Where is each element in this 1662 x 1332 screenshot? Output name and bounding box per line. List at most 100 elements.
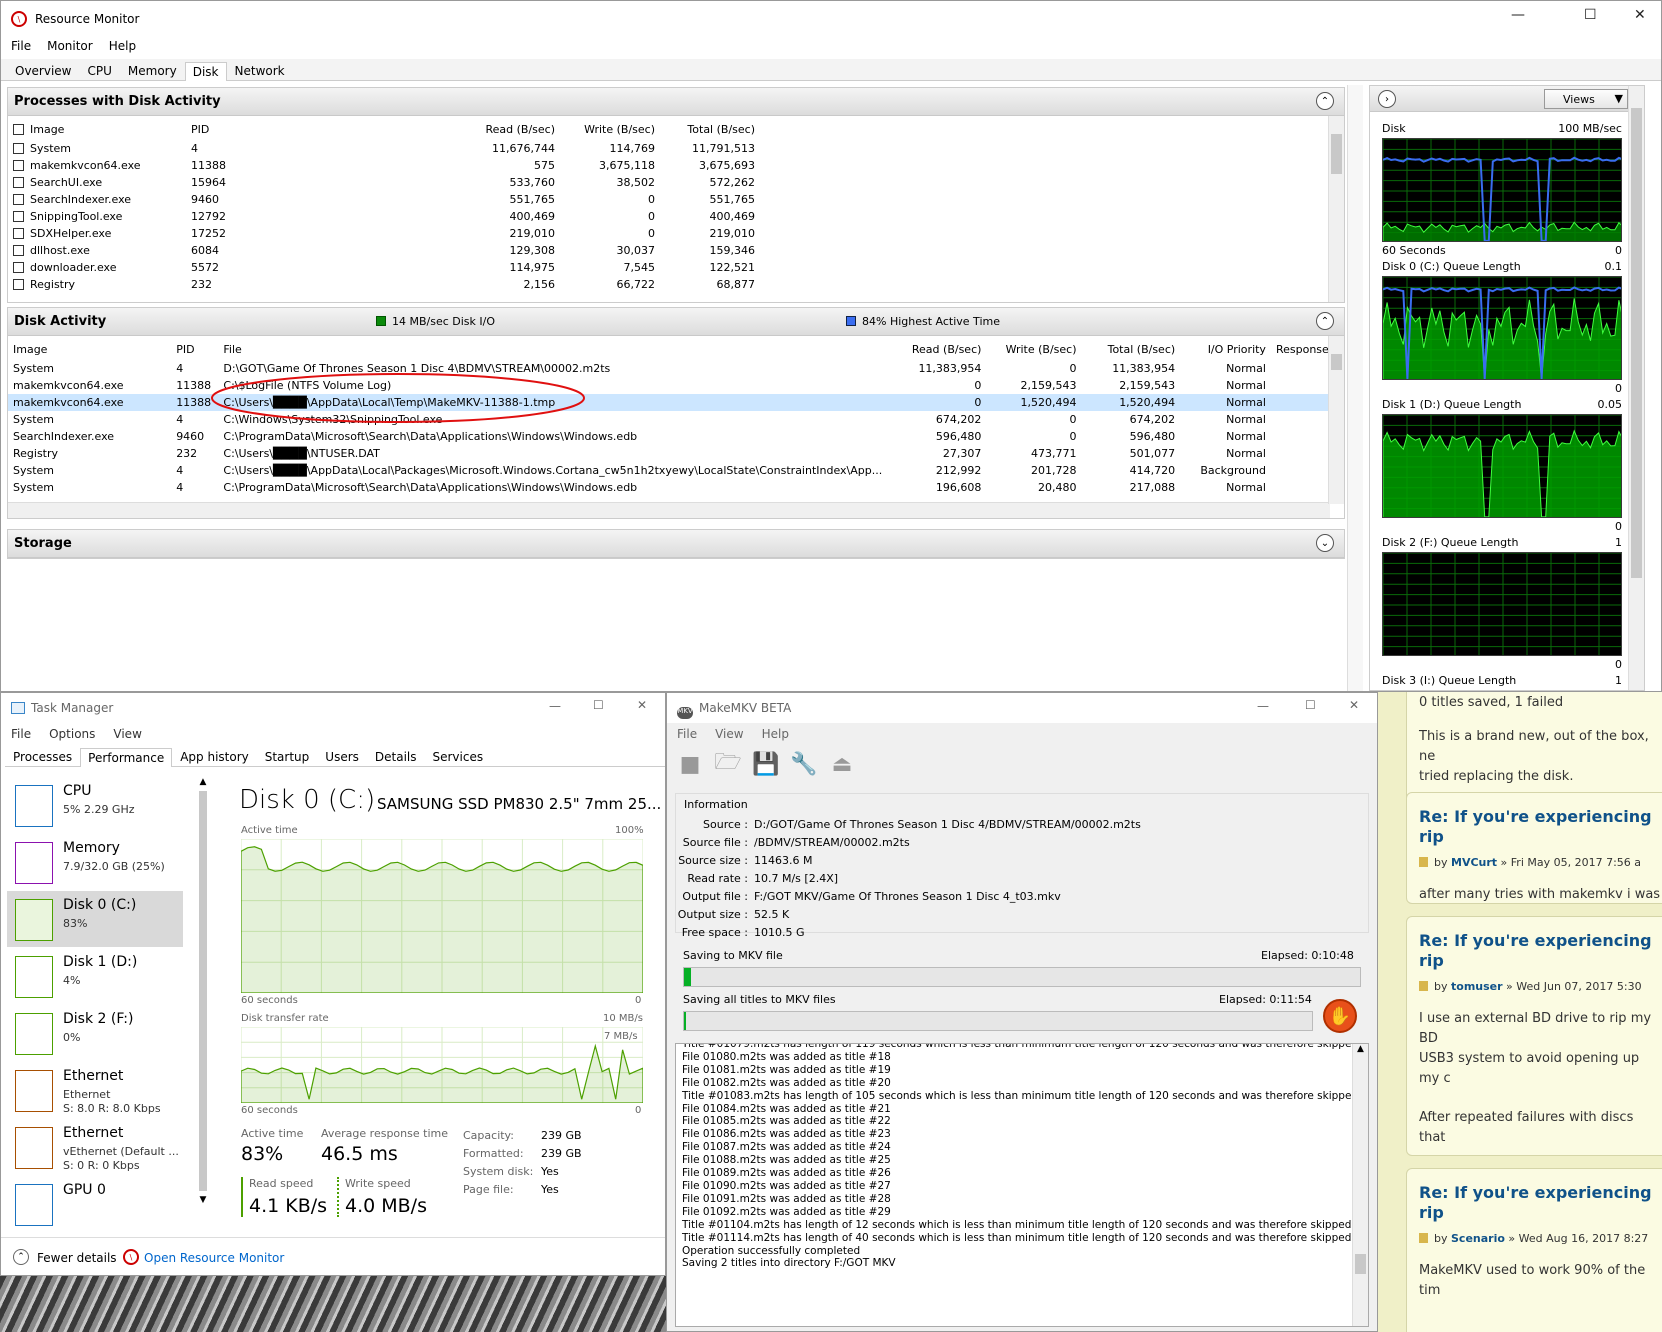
col-io-priority[interactable]: I/O Priority <box>1180 338 1271 360</box>
tab-disk[interactable]: Disk <box>184 62 227 81</box>
stop-hand-icon[interactable]: ✋ <box>1323 999 1357 1033</box>
menu-file[interactable]: File <box>677 727 697 741</box>
post-title[interactable]: Re: If you're experiencing rip <box>1419 807 1662 847</box>
tab-startup[interactable]: Startup <box>257 747 318 766</box>
perf-sidebar-item[interactable]: Memory 7.9/32.0 GB (25%) <box>7 834 183 890</box>
process-row[interactable]: makemkvcon64.exe 11388 575 3,675,118 3,675,6… <box>8 157 1344 174</box>
perf-sidebar-item[interactable]: CPU 5% 2.29 GHz <box>7 777 183 833</box>
process-checkbox[interactable] <box>13 211 24 222</box>
col-read[interactable]: Read (B/sec) <box>887 338 986 360</box>
processes-scrollbar[interactable] <box>1328 116 1344 302</box>
perf-sidebar-item[interactable]: Disk 1 (D:) 4% <box>7 948 183 1004</box>
process-checkbox[interactable] <box>13 228 24 239</box>
eject-icon[interactable]: ⏏ <box>827 749 857 779</box>
col-pid[interactable]: PID <box>186 118 234 140</box>
sidebar-scrollbar[interactable]: ▲ ▼ <box>197 777 209 1225</box>
maximize-icon[interactable]: ☐ <box>593 698 604 712</box>
chevron-up-icon[interactable]: ⌃ <box>1316 92 1334 110</box>
disk-activity-row[interactable]: Registry 232 C:\Users\████\NTUSER.DAT 27,30… <box>8 445 1344 462</box>
disk-activity-hscrollbar[interactable] <box>8 502 1330 518</box>
process-checkbox[interactable] <box>13 194 24 205</box>
disk-activity-row[interactable]: SearchIndexer.exe 9460 C:\ProgramData\Micr… <box>8 428 1344 445</box>
process-checkbox[interactable] <box>13 160 24 171</box>
post-author[interactable]: tomuser <box>1451 980 1503 993</box>
tab-details[interactable]: Details <box>367 747 425 766</box>
minimize-icon[interactable]: — <box>549 699 561 713</box>
process-row[interactable]: SearchIndexer.exe 9460 551,765 0 551,765 <box>8 191 1344 208</box>
process-row[interactable]: SearchUI.exe 15964 533,760 38,502 572,262 <box>8 174 1344 191</box>
disk-activity-row[interactable]: System 4 C:\Users\████\AppData\Local\Packa… <box>8 462 1344 479</box>
process-checkbox[interactable] <box>13 177 24 188</box>
main-scrollbar[interactable] <box>1347 85 1363 691</box>
perf-sidebar-item[interactable]: Disk 0 (C:) 83% <box>7 891 183 947</box>
col-total[interactable]: Total (B/sec) <box>660 118 760 140</box>
menu-options[interactable]: Options <box>49 727 95 741</box>
resmon-titlebar[interactable]: \ Resource Monitor — ☐ ✕ <box>1 1 1661 37</box>
col-total[interactable]: Total (B/sec) <box>1082 338 1181 360</box>
task-manager-titlebar[interactable]: Task Manager — ☐ ✕ <box>1 693 665 723</box>
tab-app-history[interactable]: App history <box>172 747 257 766</box>
maximize-icon[interactable]: ☐ <box>1305 698 1316 712</box>
process-row[interactable]: Registry 232 2,156 66,722 68,877 <box>8 276 1344 293</box>
col-image[interactable]: Image <box>8 118 186 140</box>
col-read[interactable]: Read (B/sec) <box>454 118 560 140</box>
col-pid[interactable]: PID <box>171 338 218 360</box>
tab-services[interactable]: Services <box>425 747 492 766</box>
tab-overview[interactable]: Overview <box>7 61 80 80</box>
tab-performance[interactable]: Performance <box>80 748 173 767</box>
menu-view[interactable]: View <box>113 727 141 741</box>
process-row[interactable]: System 4 11,676,744 114,769 11,791,513 <box>8 140 1344 157</box>
post-title[interactable]: Re: If you're experiencing rip <box>1419 1183 1662 1223</box>
backup-icon[interactable]: 💾 <box>751 749 781 779</box>
menu-view[interactable]: View <box>715 727 743 741</box>
tab-network[interactable]: Network <box>227 61 293 80</box>
storage-header[interactable]: Storage ⌄ <box>8 530 1344 558</box>
col-file[interactable]: File <box>218 338 887 360</box>
minimize-icon[interactable]: — <box>1511 7 1525 23</box>
select-all-checkbox[interactable] <box>13 123 24 135</box>
chevron-down-icon[interactable]: ⌄ <box>1316 534 1334 552</box>
process-checkbox[interactable] <box>13 245 24 256</box>
chevron-up-icon[interactable]: ⌃ <box>1316 312 1334 330</box>
open-resource-monitor-link[interactable]: Open Resource Monitor <box>144 1251 284 1265</box>
post-title[interactable]: Re: If you're experiencing rip <box>1419 931 1662 971</box>
tab-users[interactable]: Users <box>317 747 367 766</box>
close-icon[interactable]: ✕ <box>1634 7 1646 23</box>
perf-sidebar-item[interactable]: GPU 0 <box>7 1176 183 1232</box>
disk-activity-vscrollbar[interactable] <box>1328 336 1344 504</box>
process-checkbox[interactable] <box>13 262 24 273</box>
views-button[interactable]: Views ▼ <box>1544 89 1628 109</box>
tab-processes[interactable]: Processes <box>5 747 80 766</box>
open-video-icon[interactable]: ■ <box>675 749 705 779</box>
col-image[interactable]: Image <box>8 338 171 360</box>
menu-file[interactable]: File <box>11 727 31 741</box>
maximize-icon[interactable]: ☐ <box>1584 7 1597 23</box>
perf-sidebar-item[interactable]: Ethernet vEthernet (Default ... S: 0 R: 0 … <box>7 1119 183 1175</box>
process-checkbox[interactable] <box>13 279 24 290</box>
process-row[interactable]: dllhost.exe 6084 129,308 30,037 159,346 <box>8 242 1344 259</box>
process-row[interactable]: SnippingTool.exe 12792 400,469 0 400,469 <box>8 208 1344 225</box>
close-icon[interactable]: ✕ <box>637 698 647 712</box>
col-write[interactable]: Write (B/sec) <box>560 118 660 140</box>
fewer-details-icon[interactable]: ⌃ <box>13 1249 29 1265</box>
settings-wrench-icon[interactable]: 🔧 <box>789 749 819 779</box>
process-checkbox[interactable] <box>13 143 24 154</box>
menu-monitor[interactable]: Monitor <box>47 39 93 53</box>
chevron-right-icon[interactable]: › <box>1378 90 1396 108</box>
open-files-icon[interactable]: 🗁 <box>713 749 743 779</box>
perf-sidebar-item[interactable]: Disk 2 (F:) 0% <box>7 1005 183 1061</box>
menu-help[interactable]: Help <box>109 39 136 53</box>
disk-activity-header[interactable]: Disk Activity 14 MB/sec Disk I/O 84% Hig… <box>8 308 1344 336</box>
fewer-details-button[interactable]: Fewer details <box>37 1251 117 1265</box>
tab-memory[interactable]: Memory <box>120 61 185 80</box>
perf-sidebar-item[interactable]: Ethernet Ethernet S: 8.0 R: 8.0 Kbps <box>7 1062 183 1118</box>
processes-section-header[interactable]: Processes with Disk Activity ⌃ <box>8 88 1344 116</box>
col-write[interactable]: Write (B/sec) <box>986 338 1081 360</box>
log-scrollbar[interactable]: ▲ <box>1352 1044 1368 1326</box>
process-row[interactable]: SDXHelper.exe 17252 219,010 0 219,010 <box>8 225 1344 242</box>
post-author[interactable]: MVCurt <box>1451 856 1497 869</box>
tab-cpu[interactable]: CPU <box>80 61 120 80</box>
post-author[interactable]: Scenario <box>1451 1232 1505 1245</box>
menu-file[interactable]: File <box>11 39 31 53</box>
disk-activity-row[interactable]: System 4 C:\ProgramData\Microsoft\Search\D… <box>8 479 1344 496</box>
